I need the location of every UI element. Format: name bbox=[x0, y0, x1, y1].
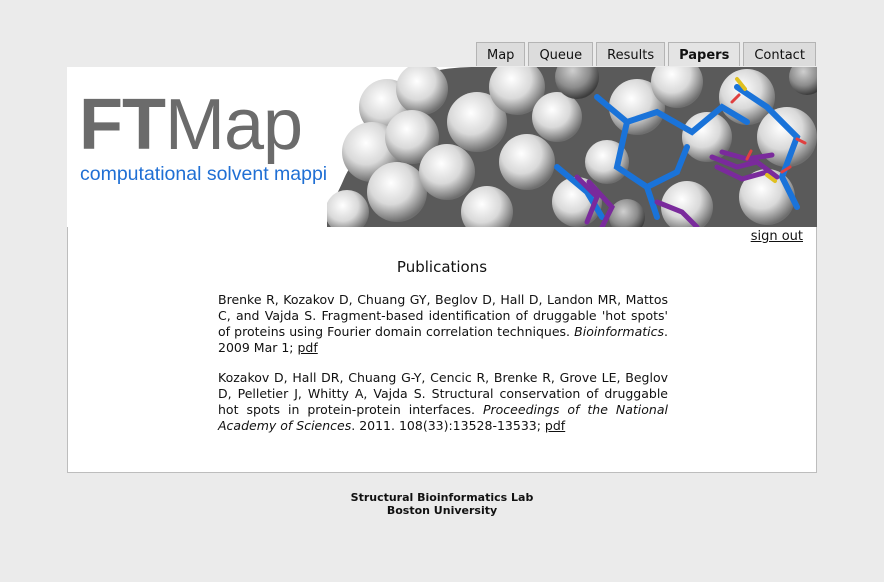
publication-item: Kozakov D, Hall DR, Chuang G-Y, Cencic R… bbox=[218, 370, 668, 434]
site-tagline: computational solvent mapping bbox=[80, 163, 349, 185]
ftmap-logo: FTMap bbox=[79, 85, 303, 165]
pdf-link[interactable]: pdf bbox=[545, 418, 565, 433]
main-content: sign out Publications Brenke R, Kozakov … bbox=[67, 227, 817, 473]
protein-surface-image bbox=[327, 67, 817, 227]
publication-journal: Bioinformatics bbox=[574, 324, 665, 339]
tab-contact[interactable]: Contact bbox=[743, 42, 816, 66]
publication-item: Brenke R, Kozakov D, Chuang GY, Beglov D… bbox=[218, 292, 668, 356]
logo-text: Map bbox=[164, 85, 303, 165]
tab-results[interactable]: Results bbox=[596, 42, 666, 66]
tab-queue[interactable]: Queue bbox=[528, 42, 594, 66]
site-footer: Structural Bioinformatics Lab Boston Uni… bbox=[0, 491, 884, 517]
logo-bold-text: FT bbox=[79, 85, 166, 165]
publication-details: . 2011. 108(33):13528-13533; bbox=[351, 418, 545, 433]
tab-map[interactable]: Map bbox=[476, 42, 526, 66]
main-nav: Map Queue Results Papers Contact bbox=[476, 42, 816, 66]
page-title: Publications bbox=[396, 258, 488, 276]
signout-link[interactable]: sign out bbox=[751, 229, 803, 244]
pdf-link[interactable]: pdf bbox=[297, 340, 317, 355]
footer-university: Boston University bbox=[386, 504, 498, 517]
tab-papers[interactable]: Papers bbox=[668, 42, 741, 66]
publication-list: Brenke R, Kozakov D, Chuang GY, Beglov D… bbox=[218, 292, 668, 448]
site-banner: FTMap computational solvent mapping bbox=[67, 67, 817, 227]
footer-lab-name: Structural Bioinformatics Lab bbox=[350, 491, 534, 504]
